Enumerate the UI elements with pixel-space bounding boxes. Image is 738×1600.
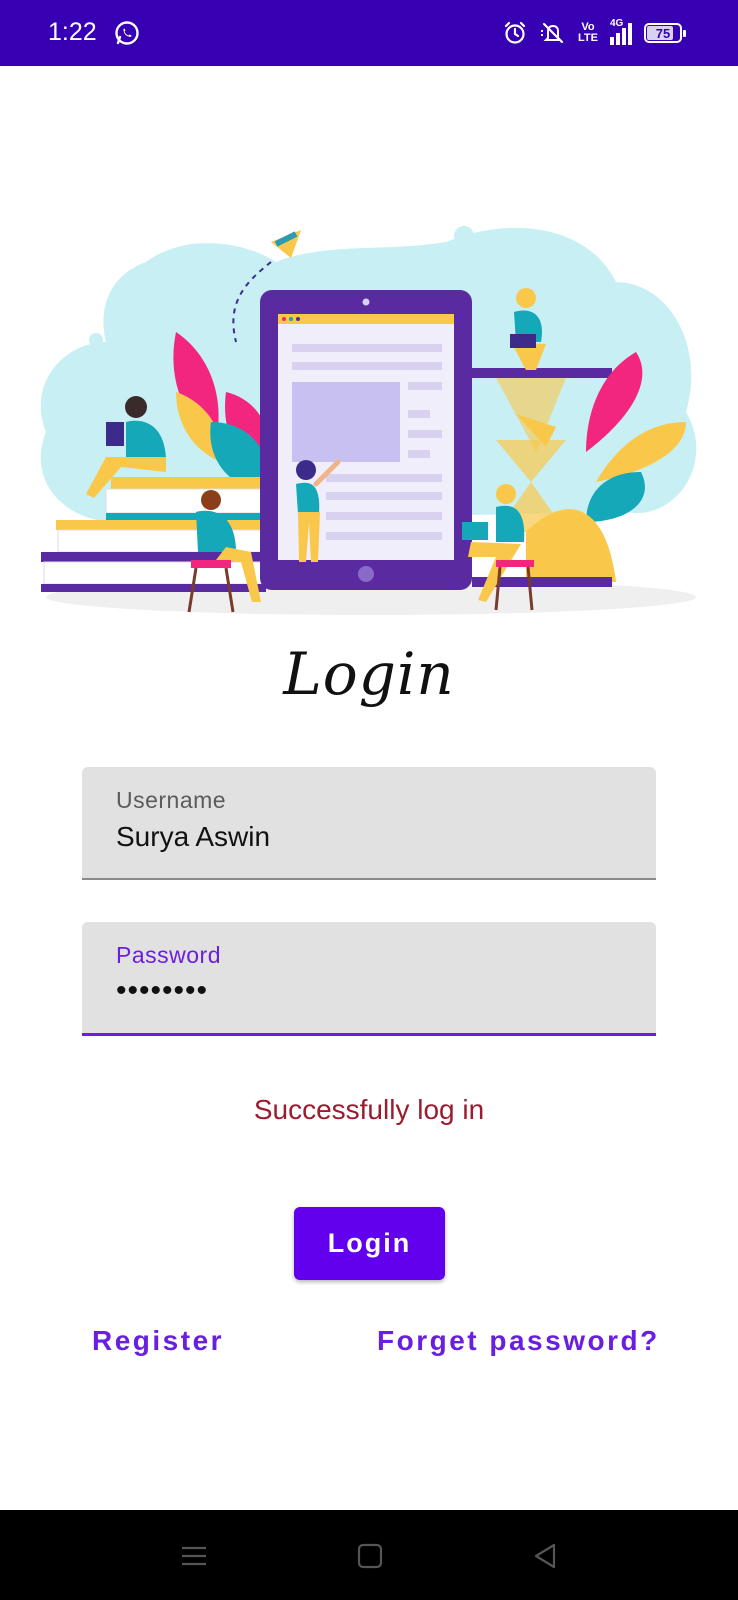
page-title: Login — [283, 640, 455, 708]
whatsapp-icon — [115, 21, 139, 45]
home-icon[interactable] — [354, 1540, 386, 1572]
navigation-bar — [0, 1510, 738, 1600]
signal-icon: 4G — [610, 18, 632, 45]
menu-icon[interactable] — [178, 1540, 210, 1572]
username-label: Username — [116, 787, 227, 813]
network-type: 4G — [610, 18, 624, 29]
volte-icon: Vo LTE — [578, 21, 598, 44]
username-input[interactable]: Surya Aswin — [116, 821, 270, 853]
password-input[interactable]: •••••••• — [116, 974, 208, 1008]
password-field[interactable]: Password •••••••• — [82, 922, 656, 1036]
password-label: Password — [116, 942, 221, 968]
hero-illustration — [40, 226, 697, 615]
forget-password-link[interactable]: Forget password? — [377, 1325, 660, 1357]
status-time: 1:22 — [48, 18, 97, 46]
back-icon[interactable] — [530, 1540, 562, 1572]
battery-icon: 75 — [644, 23, 686, 43]
register-link[interactable]: Register — [92, 1325, 224, 1357]
mute-icon — [541, 22, 564, 44]
login-button[interactable]: Login — [294, 1207, 445, 1280]
username-field[interactable]: Username Surya Aswin — [82, 767, 656, 880]
status-icons: Vo LTE 4G 75 — [502, 18, 686, 46]
login-status-message: Successfully log in — [253, 1094, 485, 1125]
alarm-icon — [504, 21, 526, 44]
battery-level: 75 — [655, 25, 671, 41]
status-bar: 1:22 Vo LTE 4G 75 — [0, 0, 738, 66]
